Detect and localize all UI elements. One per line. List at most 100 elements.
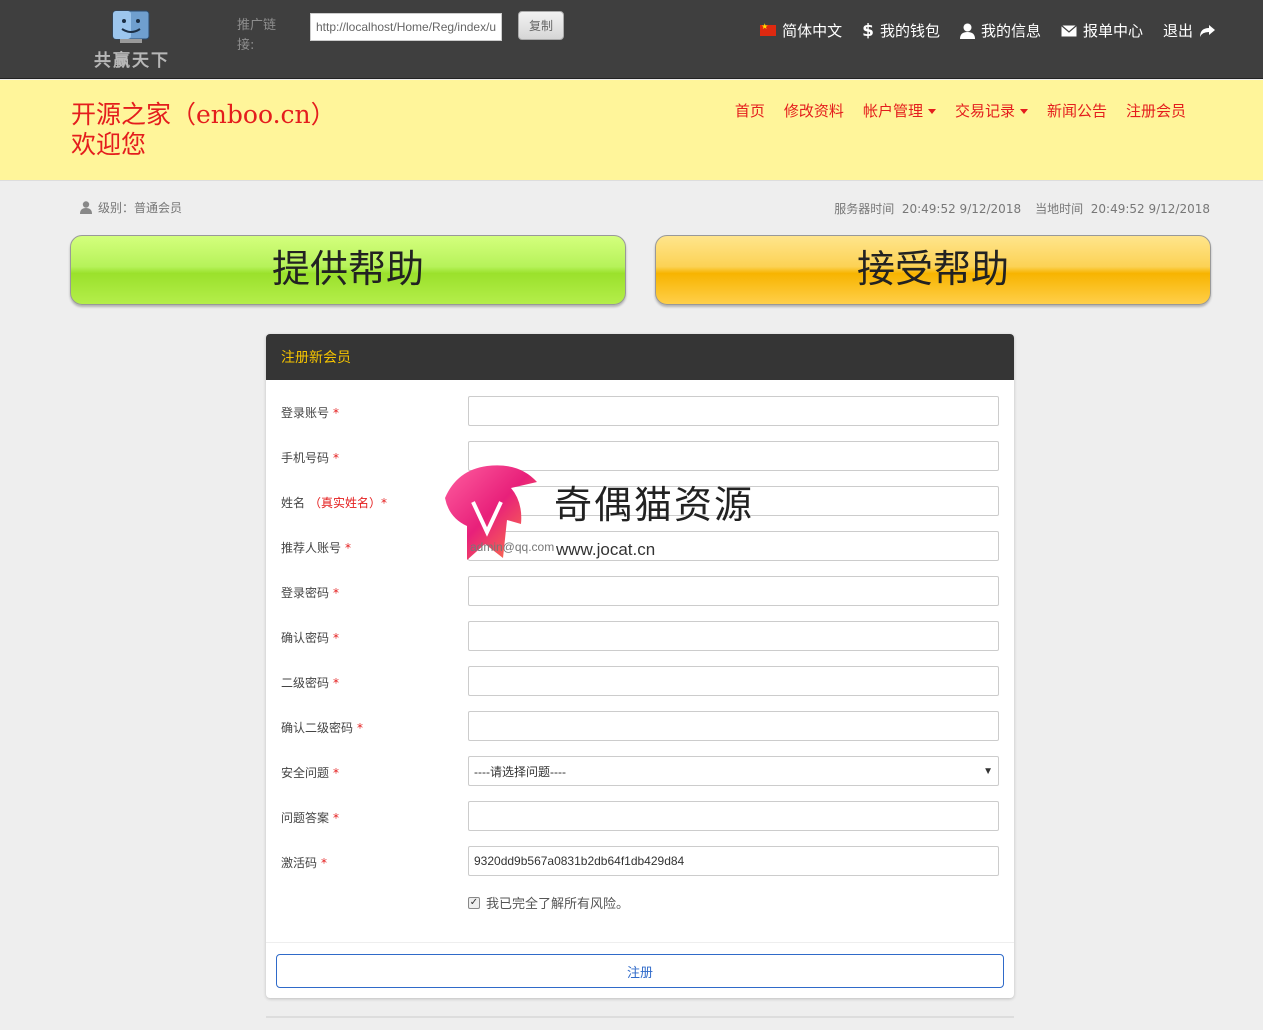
- form-row-activation-code: 激活码 *: [266, 846, 1014, 876]
- required-mark: *: [357, 721, 364, 735]
- language-switch[interactable]: 简体中文: [760, 20, 842, 41]
- form-row-referrer: 推荐人账号 *: [266, 531, 1014, 561]
- field-label-sub: （真实姓名）: [309, 496, 382, 510]
- required-mark: *: [333, 676, 340, 690]
- referrer-input[interactable]: [468, 531, 999, 561]
- field-label-text: 安全问题: [281, 766, 330, 780]
- logout-label: 退出: [1162, 22, 1193, 40]
- field-label: 登录密码 *: [281, 584, 339, 601]
- form-row-confirm-password: 确认密码 *: [266, 621, 1014, 651]
- finder-logo-icon: [112, 10, 150, 43]
- nav-transactions-label: 交易记录: [954, 102, 1015, 120]
- field-label-text: 确认二级密码: [281, 721, 354, 735]
- form-row-security-question: 安全问题 * ----请选择问题---- ▼: [266, 756, 1014, 786]
- field-label-text: 确认密码: [281, 631, 330, 645]
- field-label-text: 手机号码: [281, 451, 330, 465]
- site-logo[interactable]: 共赢天下: [86, 10, 178, 71]
- nav-home[interactable]: 首页: [735, 100, 765, 121]
- required-mark: *: [333, 766, 340, 780]
- required-mark: *: [333, 811, 340, 825]
- server-time-label: 服务器时间: [834, 202, 895, 216]
- form-row-confirm-second-password: 确认二级密码 *: [266, 711, 1014, 741]
- field-label: 姓名 （真实姓名）*: [281, 494, 387, 511]
- confirm-second-password-input[interactable]: [468, 711, 999, 741]
- username-input[interactable]: [468, 396, 999, 426]
- field-label-text: 登录密码: [281, 586, 330, 600]
- form-row-password: 登录密码 *: [266, 576, 1014, 606]
- field-label: 确认二级密码 *: [281, 719, 363, 736]
- field-label-text: 推荐人账号: [281, 541, 342, 555]
- field-label: 登录账号 *: [281, 404, 339, 421]
- activation-code-input[interactable]: [468, 846, 999, 876]
- order-center-label: 报单中心: [1082, 22, 1143, 40]
- offer-help-button[interactable]: 提供帮助: [70, 235, 626, 305]
- logo-text: 共赢天下: [94, 51, 170, 71]
- wallet-label: 我的钱包: [879, 22, 940, 40]
- agree-text: 我已完全了解所有风险。: [486, 897, 630, 912]
- risk-agreement[interactable]: ✓ 我已完全了解所有风险。: [468, 893, 629, 912]
- promo-link-input[interactable]: [310, 13, 502, 41]
- nav-news[interactable]: 新闻公告: [1047, 100, 1107, 121]
- field-label-text: 激活码: [281, 856, 318, 870]
- confirm-password-input[interactable]: [468, 621, 999, 651]
- copy-button[interactable]: 复制: [518, 11, 564, 40]
- main-nav: 首页 修改资料 帐户管理 交易记录 新闻公告 注册会员: [735, 100, 1186, 121]
- form-row-phone: 手机号码 *: [266, 441, 1014, 471]
- time-info: 服务器时间 20:49:52 9/12/2018 当地时间 20:49:52 9…: [834, 200, 1210, 217]
- my-info-label: 我的信息: [980, 22, 1041, 40]
- receive-help-button[interactable]: 接受帮助: [655, 235, 1211, 305]
- field-label: 激活码 *: [281, 854, 327, 871]
- local-time: 20:49:52 9/12/2018: [1090, 202, 1210, 216]
- field-label-text: 二级密码: [281, 676, 330, 690]
- field-label: 问题答案 *: [281, 809, 339, 826]
- dollar-icon: $: [862, 20, 874, 41]
- required-mark: *: [321, 856, 328, 870]
- form-row-answer: 问题答案 *: [266, 801, 1014, 831]
- register-button[interactable]: 注册: [276, 954, 1004, 988]
- user-icon: [959, 23, 975, 39]
- form-row-name: 姓名 （真实姓名）*: [266, 486, 1014, 516]
- china-flag-icon: [760, 22, 777, 36]
- real-name-input[interactable]: [468, 486, 999, 516]
- server-time: 20:49:52 9/12/2018: [901, 202, 1022, 216]
- local-time-label: 当地时间: [1035, 202, 1084, 216]
- member-level: 级别：普通会员: [80, 199, 182, 216]
- security-question-select[interactable]: ----请选择问题---- ▼: [468, 756, 999, 786]
- required-mark: *: [333, 406, 340, 420]
- phone-input[interactable]: [468, 441, 999, 471]
- panel-title: 注册新会员: [266, 334, 1014, 380]
- my-info-link[interactable]: 我的信息: [959, 20, 1041, 41]
- nav-account-management-label: 帐户管理: [862, 102, 923, 120]
- register-panel: 注册新会员 登录账号 * 手机号码 * 姓名 （真实姓名）* 推荐人账号 * 登录密码 *…: [266, 334, 1014, 998]
- logout-link[interactable]: 退出: [1163, 20, 1215, 41]
- site-header: 开源之家（enboo.cn） 欢迎您 首页 修改资料 帐户管理 交易记录 新闻公…: [0, 80, 1263, 181]
- dropdown-arrow-icon: ▼: [983, 765, 993, 777]
- wallet-link[interactable]: $ 我的钱包: [862, 20, 940, 41]
- order-center-link[interactable]: 报单中心: [1061, 20, 1143, 41]
- envelope-icon: [1061, 24, 1077, 36]
- required-mark: *: [333, 586, 340, 600]
- promo-link-label: 推广链接:: [237, 18, 277, 53]
- panel-footer: 注册: [266, 942, 1014, 998]
- language-label: 简体中文: [782, 22, 843, 40]
- nav-edit-profile[interactable]: 修改资料: [784, 100, 844, 121]
- password-input[interactable]: [468, 576, 999, 606]
- second-password-input[interactable]: [468, 666, 999, 696]
- divider: [266, 1016, 1014, 1018]
- field-label: 手机号码 *: [281, 449, 339, 466]
- agree-checkbox[interactable]: ✓: [468, 896, 480, 909]
- site-title-line1: 开源之家（enboo.cn）: [71, 100, 336, 129]
- caret-down-icon: [927, 109, 936, 114]
- top-bar: 共赢天下 推广链接: 复制 简体中文 $ 我的钱包 我的信息 报单中心 退出: [0, 0, 1263, 79]
- required-mark: *: [345, 541, 352, 555]
- nav-transactions[interactable]: 交易记录: [955, 100, 1028, 121]
- user-icon: [80, 201, 92, 214]
- member-level-text: 级别：普通会员: [98, 201, 183, 215]
- nav-register-member[interactable]: 注册会员: [1126, 100, 1186, 121]
- field-label: 二级密码 *: [281, 674, 339, 691]
- field-label-text: 问题答案: [281, 811, 330, 825]
- security-answer-input[interactable]: [468, 801, 999, 831]
- nav-account-management[interactable]: 帐户管理: [863, 100, 936, 121]
- form-row-username: 登录账号 *: [266, 396, 1014, 426]
- field-label-text: 登录账号: [281, 406, 330, 420]
